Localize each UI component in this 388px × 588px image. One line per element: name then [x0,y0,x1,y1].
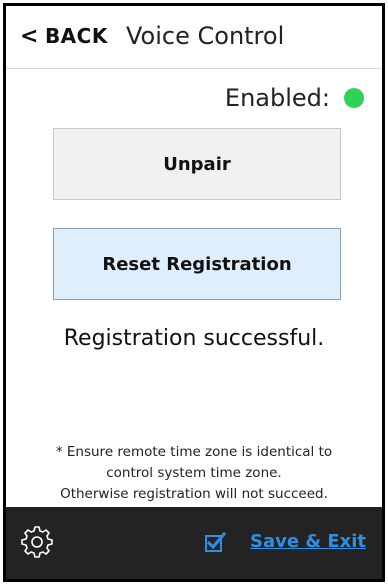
note-line-2: control system time zone. [106,465,282,481]
enabled-status: Enabled: [225,84,364,112]
save-exit-link[interactable]: Save & Exit [250,531,366,552]
note-line-3: Otherwise registration will not succeed. [60,486,328,502]
unpair-button[interactable]: Unpair [53,128,341,200]
back-label: BACK [44,24,108,48]
gear-icon[interactable] [20,525,54,559]
back-button[interactable]: < BACK [20,24,108,49]
reset-registration-button[interactable]: Reset Registration [53,228,341,300]
header: < BACK Voice Control [6,6,382,69]
note-line-1: * Ensure remote time zone is identical t… [55,444,333,460]
chevron-left-icon: < [20,24,39,49]
footer-bar: Save & Exit [6,507,382,579]
enabled-label: Enabled: [224,84,330,112]
registration-status-text: Registration successful. [63,326,325,351]
time-zone-note: * Ensure remote time zone is identical t… [6,442,382,505]
status-indicator-icon [344,88,364,108]
device-frame: < BACK Voice Control Enabled: Unpair Rese… [3,3,385,582]
checkbox-checked-icon[interactable] [204,531,226,553]
page-title: Voice Control [126,22,285,50]
screen: < BACK Voice Control Enabled: Unpair Rese… [6,6,382,579]
